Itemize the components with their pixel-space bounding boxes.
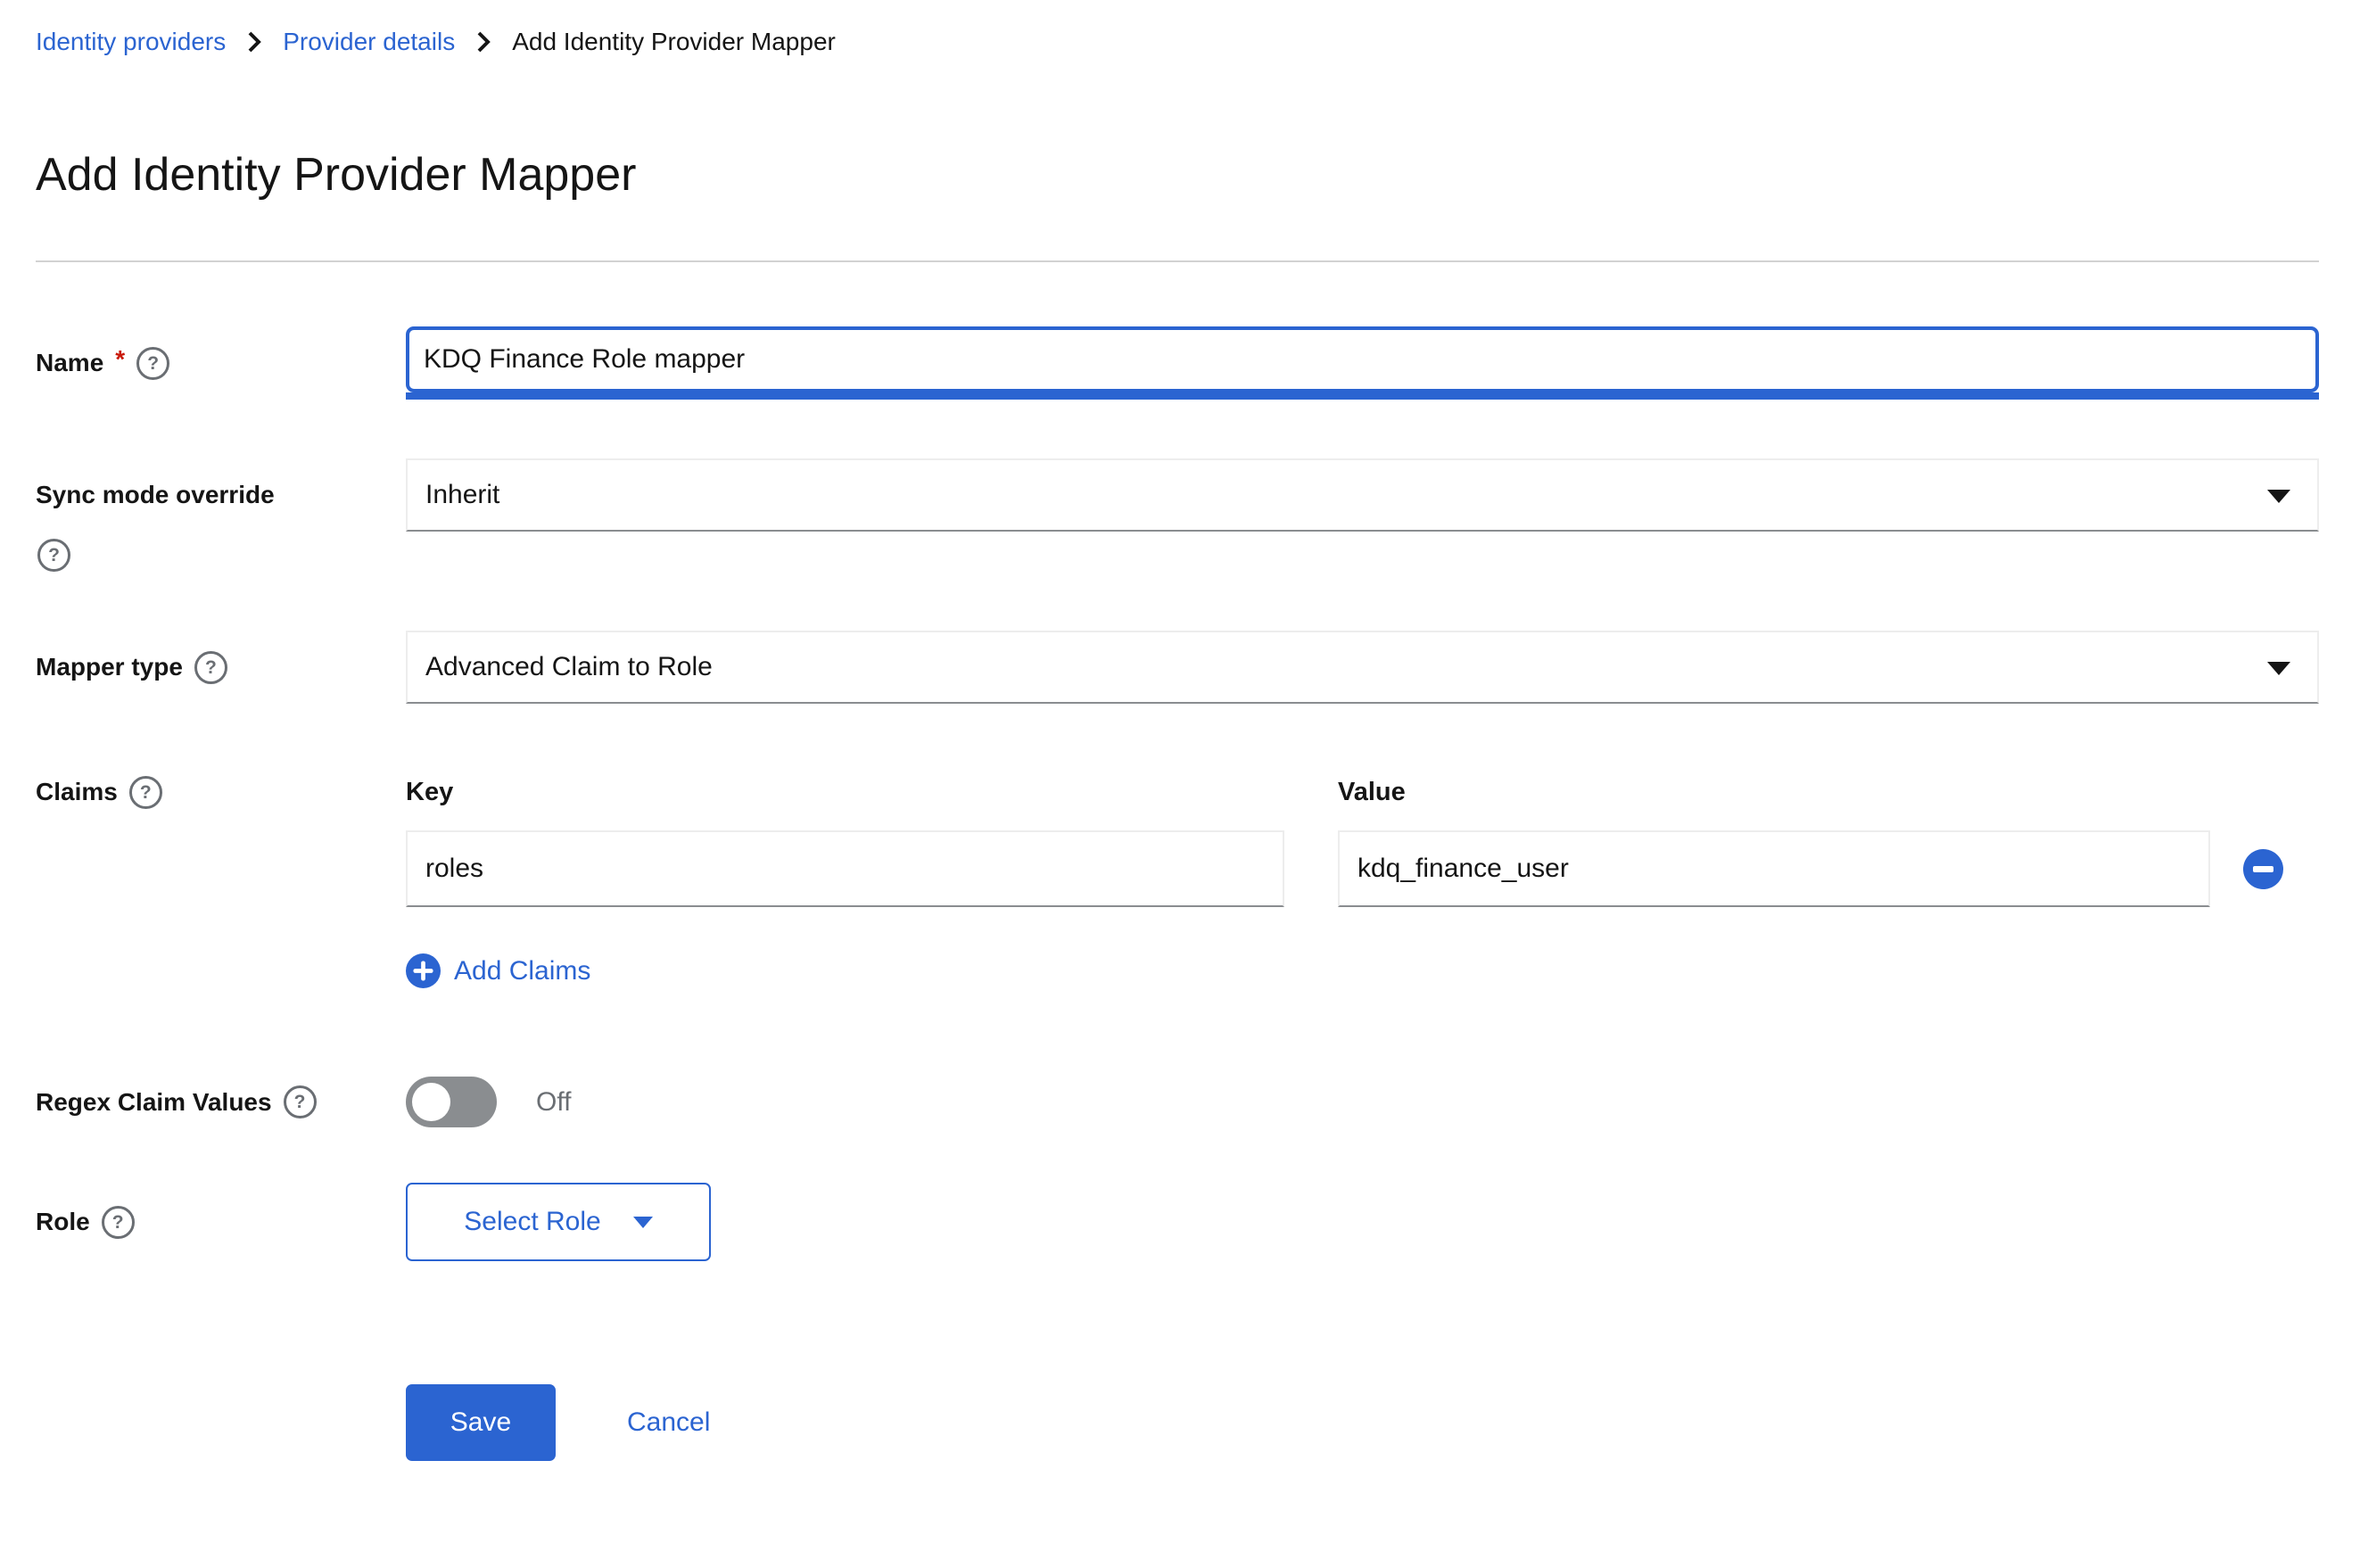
sync-mode-control: Inherit [406,458,2319,532]
breadcrumb: Identity providers Provider details Add … [36,27,2319,57]
page-title: Add Identity Provider Mapper [36,143,2319,207]
select-role-label: Select Role [464,1207,600,1237]
toggle-knob-icon [412,1083,450,1121]
name-help-icon[interactable]: ? [136,347,169,380]
chevron-right-icon [245,30,263,54]
claims-label: Claims [36,777,118,807]
select-role-button[interactable]: Select Role [406,1183,711,1261]
claims-field-row: Claims ? Key Value [36,777,2319,993]
role-control: Select Role [406,1183,2319,1261]
chevron-right-icon [474,30,492,54]
add-claims-button[interactable]: Add Claims [406,953,590,988]
name-input[interactable] [406,326,2319,392]
breadcrumb-link-provider-details[interactable]: Provider details [283,27,455,57]
regex-label-group: Regex Claim Values ? [36,1085,406,1118]
mapper-type-control: Advanced Claim to Role [406,631,2319,704]
name-required-asterisk: * [115,345,125,374]
name-label-group: Name * ? [36,347,406,380]
name-input-focus-wrap [406,326,2319,400]
sync-mode-label: Sync mode override [36,480,275,510]
role-label-group: Role ? [36,1206,406,1239]
claim-key-input[interactable] [406,830,1284,907]
regex-state-label: Off [536,1087,571,1118]
regex-claim-values-label: Regex Claim Values [36,1087,272,1118]
mapper-type-select[interactable]: Advanced Claim to Role [406,631,2319,704]
sync-mode-field-row: Sync mode override ? Inherit [36,458,2319,572]
minus-circle-icon [2253,866,2273,872]
mapper-type-label-group: Mapper type ? [36,651,406,684]
mapper-type-selected-value: Advanced Claim to Role [425,652,713,682]
mapper-form: Name * ? Sync mode override ? [36,326,2319,1461]
remove-claim-button[interactable] [2243,849,2283,889]
breadcrumb-link-identity-providers[interactable]: Identity providers [36,27,226,57]
regex-toggle[interactable] [406,1077,497,1127]
add-idp-mapper-page: Identity providers Provider details Add … [0,27,2360,1461]
save-button[interactable]: Save [406,1384,556,1461]
name-label: Name [36,348,103,378]
mapper-type-help-icon[interactable]: ? [194,651,227,684]
caret-down-icon [633,1217,653,1228]
claim-remove-column [2243,777,2283,907]
plus-circle-icon [406,953,441,988]
add-claims-label: Add Claims [454,956,590,986]
claims-row: Key Value [406,777,2319,907]
sync-mode-selected-value: Inherit [425,480,499,510]
name-control [406,326,2319,400]
claims-label-group: Claims ? [36,777,406,807]
regex-help-icon[interactable]: ? [284,1085,317,1118]
regex-control: Off [406,1077,2319,1127]
sync-mode-select[interactable]: Inherit [406,458,2319,532]
role-help-icon[interactable]: ? [102,1206,135,1239]
mapper-type-field-row: Mapper type ? Advanced Claim to Role [36,631,2319,704]
mapper-type-label: Mapper type [36,652,183,682]
role-field-row: Role ? Select Role [36,1183,2319,1261]
sync-mode-help-icon[interactable]: ? [37,539,70,572]
title-divider [36,260,2319,262]
claim-value-column: Value [1338,777,2210,907]
claims-value-header: Value [1338,777,2210,807]
name-field-row: Name * ? [36,326,2319,400]
claims-key-header: Key [406,777,1284,807]
breadcrumb-current: Add Identity Provider Mapper [512,27,836,57]
caret-down-icon [2267,490,2290,503]
form-actions: Save Cancel [36,1384,2319,1461]
claims-help-icon[interactable]: ? [129,776,162,809]
claims-control: Key Value [406,777,2319,993]
role-label: Role [36,1207,90,1237]
cancel-link[interactable]: Cancel [627,1407,710,1438]
sync-mode-label-group: Sync mode override ? [36,458,406,572]
caret-down-icon [2267,662,2290,675]
claim-value-input[interactable] [1338,830,2210,907]
claim-key-column: Key [406,777,1284,907]
regex-field-row: Regex Claim Values ? Off [36,1077,2319,1127]
